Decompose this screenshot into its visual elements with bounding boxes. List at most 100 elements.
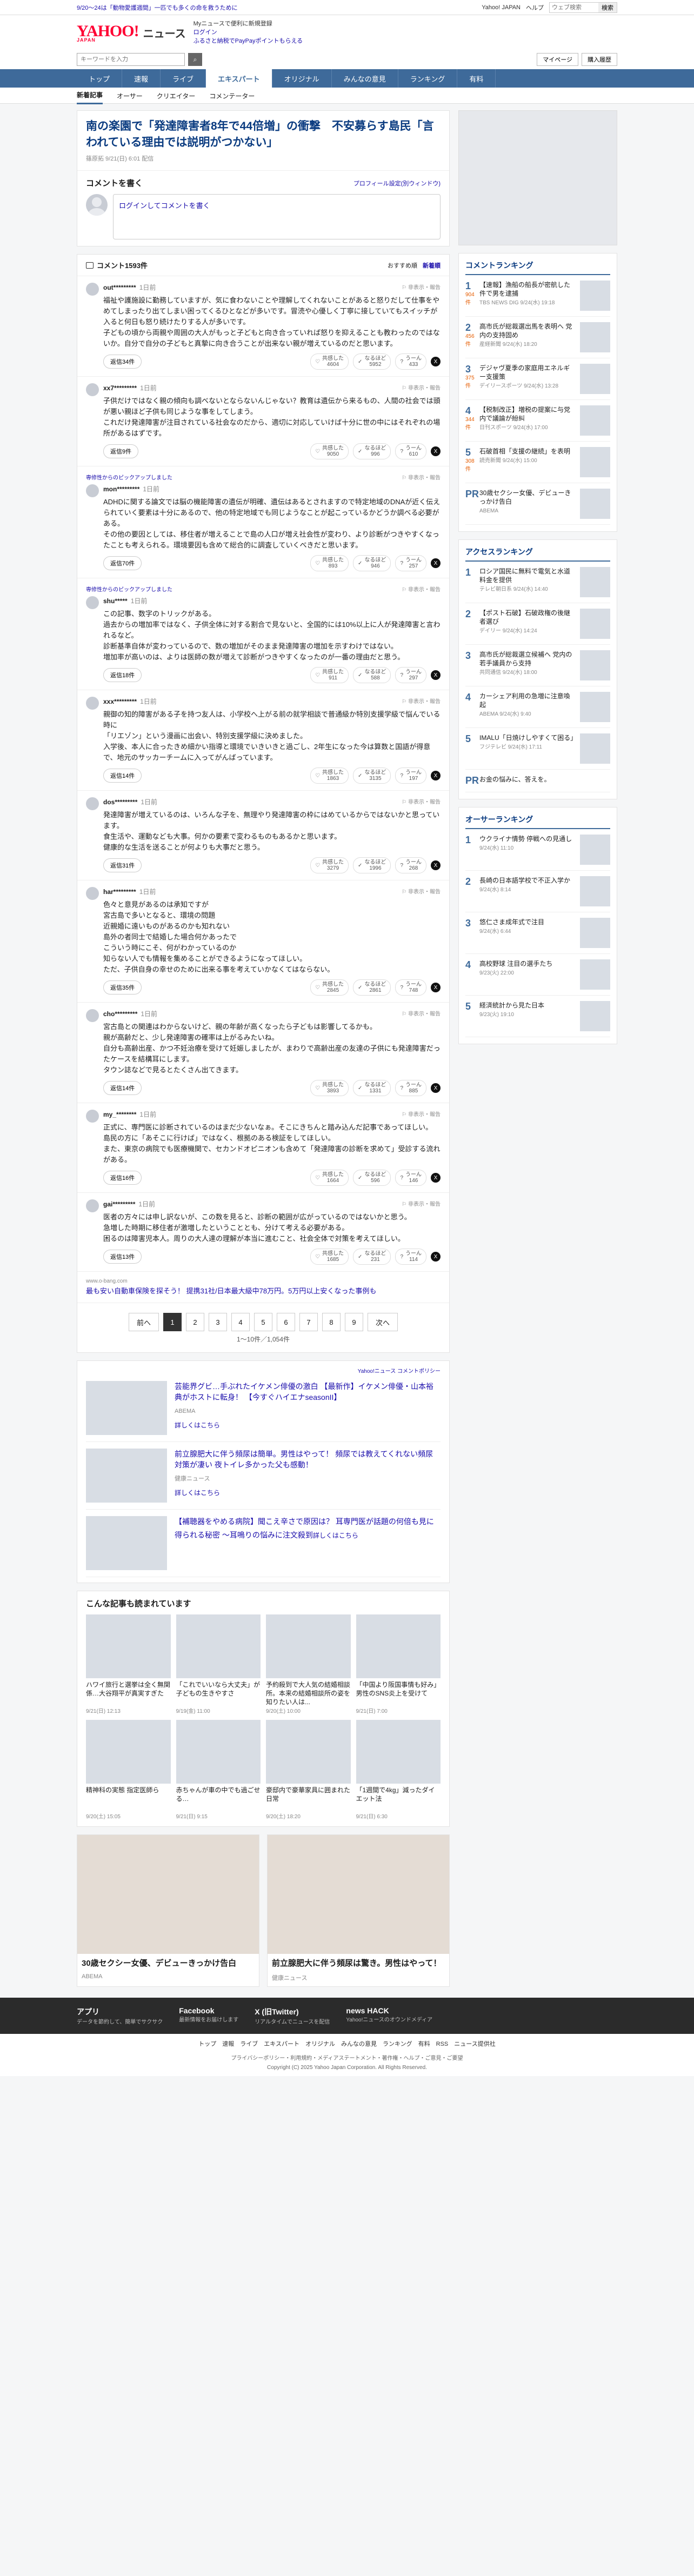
ad-item[interactable]: 芸能界グビ…手ぶれたイケメン俳優の激白 【最新作】イケメン俳優・山本裕典がホスト… xyxy=(86,1374,441,1442)
nav-tab[interactable]: ライブ xyxy=(161,69,206,88)
report-link[interactable]: ⚐ 非表示・報告 xyxy=(402,473,441,481)
footer-item[interactable]: news HACK Yahoo!ニュースのオウンドメディア xyxy=(346,2006,432,2025)
vote-button[interactable]: ♡ 共感した 2845 xyxy=(310,979,349,996)
pr-small-item[interactable]: PR お金の悩みに、答えを。 xyxy=(465,770,610,792)
ranking-item[interactable]: 2 456件 高市氏が総裁選出馬を表明へ 党内の支持固め 産経新聞 9/24(水) 1… xyxy=(465,317,610,358)
vote-button[interactable]: ? うーん 433 xyxy=(395,353,426,370)
user-name[interactable]: my_******** 1日前 xyxy=(103,1110,441,1119)
ranking-item[interactable]: 4 高校野球 注目の選手たち 9/23(火) 22:00 xyxy=(465,954,610,996)
ranking-item[interactable]: 2 【ポスト石破】石破政権の後継者選び デイリー 9/24(水) 14:24 xyxy=(465,603,610,645)
ranking-item[interactable]: 5 経済統計から見た日本 9/23(火) 19:10 xyxy=(465,996,610,1037)
report-link[interactable]: ⚐ 非表示・報告 xyxy=(402,797,441,805)
big-ad-title[interactable]: 30歳セクシー女優、デビューきっかけ告白 xyxy=(77,1954,259,1973)
reply-button[interactable]: 返信16件 xyxy=(103,1171,142,1185)
share-x-icon[interactable]: X xyxy=(431,1173,441,1183)
vote-button[interactable]: ♡ 共感した 911 xyxy=(310,667,349,683)
promo-register-text[interactable]: Myニュースで便利に新規登録 xyxy=(193,19,303,28)
article-title[interactable]: 南の楽園で「発達障害者8年で44倍増」の衝撃 不安募らす島民「言われている理由で… xyxy=(86,118,441,151)
yahoo-japan-link[interactable]: Yahoo! JAPAN xyxy=(482,4,520,11)
report-link[interactable]: ⚐ 非表示・報告 xyxy=(402,283,441,291)
also-item[interactable]: 予約殺到で大人気の結婚相談所。本来の結婚相談所の姿を知りたい人は... 9/20(… xyxy=(266,1614,351,1714)
vote-button[interactable]: ✓ なるほど 2861 xyxy=(353,979,391,996)
also-title[interactable]: 精神科の実態 指定医師ら xyxy=(86,1786,171,1812)
report-link[interactable]: ⚐ 非表示・報告 xyxy=(402,383,441,391)
also-item[interactable]: 「1週間で4kg」減ったダイエット法 9/21(日) 6:30 xyxy=(356,1720,441,1820)
share-x-icon[interactable]: X xyxy=(431,771,441,780)
rank-title[interactable]: 高校野球 注目の選手たち xyxy=(479,960,552,967)
pager-next[interactable]: 次へ xyxy=(368,1313,398,1331)
vote-button[interactable]: ♡ 共感した 9050 xyxy=(310,443,349,459)
ranking-item[interactable]: 3 高市氏が総裁選立候補へ 党内の若手議員から支持 共同通信 9/24(水) 18:… xyxy=(465,645,610,686)
reply-button[interactable]: 返信14件 xyxy=(103,1081,142,1095)
also-item[interactable]: 豪邸内で豪華家具に囲まれた日常 9/20(土) 18:20 xyxy=(266,1720,351,1820)
also-title[interactable]: 「1週間で4kg」減ったダイエット法 xyxy=(356,1786,441,1812)
vote-button[interactable]: ✓ なるほど 946 xyxy=(353,555,391,571)
vote-button[interactable]: ✓ なるほど 596 xyxy=(353,1170,391,1186)
mypage-button[interactable]: マイページ xyxy=(537,53,578,66)
also-title[interactable]: 「これでいいなら大丈夫」が子どもの生きやすさ xyxy=(176,1680,261,1706)
pager-page[interactable]: 9 xyxy=(345,1313,363,1331)
rank-title[interactable]: 石破首相「支援の継続」を表明 xyxy=(479,448,570,455)
pager-page[interactable]: 7 xyxy=(299,1313,318,1331)
big-ad[interactable]: 前立腺肥大に伴う頻尿は驚き。男性はやって！ 健康ニュース xyxy=(267,1834,450,1987)
promo-furusato-link[interactable]: ふるさと納税でPayPayポイントもらえる xyxy=(193,37,303,45)
rank-title[interactable]: デジャヴ夏季の家庭用エネルギー支援策 xyxy=(479,364,570,381)
user-name[interactable]: xxx********* 1日前 xyxy=(103,697,441,706)
sort-recommended[interactable]: おすすめ順 xyxy=(388,261,417,270)
user-name-text[interactable]: dos********* xyxy=(103,798,137,806)
vote-button[interactable]: ♡ 共感した 893 xyxy=(310,555,349,571)
reply-button[interactable]: 返信9件 xyxy=(103,444,139,458)
pager-prev[interactable]: 前へ xyxy=(129,1313,159,1331)
top-notice-link[interactable]: 9/20～24は「動物愛護週間」一匹でも多くの命を救うために xyxy=(77,3,482,12)
share-x-icon[interactable]: X xyxy=(431,357,441,366)
user-name[interactable]: shu***** 1日前 xyxy=(103,596,441,605)
vote-button[interactable]: ♡ 共感した 1664 xyxy=(310,1170,349,1186)
sort-newest[interactable]: 新着順 xyxy=(423,261,441,270)
user-name[interactable]: gai********* 1日前 xyxy=(103,1199,441,1209)
ranking-item[interactable]: 1 ウクライナ情勢 停戦への見通し 9/24(水) 11:10 xyxy=(465,829,610,871)
user-name-text[interactable]: har********* xyxy=(103,888,136,896)
nav-tab[interactable]: ランキング xyxy=(398,69,458,88)
rank-title[interactable]: 悠仁さま成年式で注目 xyxy=(479,918,544,926)
user-name-text[interactable]: mon********* xyxy=(103,485,139,493)
subnav-item[interactable]: クリエイター xyxy=(157,91,196,101)
ranking-item[interactable]: 5 IMALU「日焼けしやすくて困る」 フジテレビ 9/24(水) 17:11 xyxy=(465,728,610,770)
share-x-icon[interactable]: X xyxy=(431,1252,441,1262)
ad-item[interactable]: 【補聴器をやめる病院】聞こえ辛さで原因は？ 耳専門医が話題の何倍も見に得られる秘… xyxy=(86,1510,441,1577)
user-name-text[interactable]: xx7********* xyxy=(103,384,137,392)
also-item[interactable]: 「これでいいなら大丈夫」が子どもの生きやすさ 9/19(金) 11:00 xyxy=(176,1614,261,1714)
rank-title[interactable]: 【税制改正】増税の提案に与党内で議論が紛糾 xyxy=(479,406,570,422)
also-title[interactable]: 赤ちゃんが車の中でも過ごせる… xyxy=(176,1786,261,1812)
rank-title[interactable]: カーシェア利用の急増に注意喚起 xyxy=(479,692,570,709)
rank-title[interactable]: 【速報】漁船の船長が密航した件で男を逮捕 xyxy=(479,281,570,297)
web-search-input[interactable] xyxy=(550,3,598,12)
vote-button[interactable]: ? うーん 268 xyxy=(395,857,426,873)
nav-tab[interactable]: みんなの意見 xyxy=(332,69,398,88)
nav-tab[interactable]: エキスパート xyxy=(206,69,272,88)
user-name[interactable]: dos********* 1日前 xyxy=(103,797,441,806)
user-name-text[interactable]: cho********* xyxy=(103,1010,137,1018)
rank-title[interactable]: 経済統計から見た日本 xyxy=(479,1002,544,1009)
inline-ad[interactable]: www.o-bang.com 最も安い自動車保険を探そう！ 提携31社/日本最大… xyxy=(77,1272,449,1303)
pager-page[interactable]: 3 xyxy=(209,1313,227,1331)
ad-text[interactable]: 最も安い自動車保険を探そう！ 提携31社/日本最大級中78万円。5万円以上安くな… xyxy=(86,1286,441,1296)
vote-button[interactable]: ♡ 共感した 3893 xyxy=(310,1080,349,1096)
vote-button[interactable]: ? うーん 197 xyxy=(395,768,426,784)
also-title[interactable]: ハワイ旅行と選挙は全く無関係…大谷翔平が真実すぎた xyxy=(86,1680,171,1706)
ranking-item[interactable]: 3 悠仁さま成年式で注目 9/24(水) 6:44 xyxy=(465,912,610,954)
share-x-icon[interactable]: X xyxy=(431,446,441,456)
comment-policy-link[interactable]: Yahoo!ニュース コメントポリシー xyxy=(86,1366,441,1374)
login-link[interactable]: ログイン xyxy=(193,28,303,37)
rank-title[interactable]: IMALU「日焼けしやすくて困る」 xyxy=(479,734,577,742)
reply-button[interactable]: 返信35件 xyxy=(103,980,142,995)
vote-button[interactable]: ? うーん 297 xyxy=(395,667,426,683)
report-link[interactable]: ⚐ 非表示・報告 xyxy=(402,1009,441,1017)
user-name-text[interactable]: gai********* xyxy=(103,1200,135,1208)
ad-more-link[interactable]: 詳しくはこちら xyxy=(175,1420,220,1431)
vote-button[interactable]: ✓ なるほど 1331 xyxy=(353,1080,391,1096)
share-x-icon[interactable]: X xyxy=(431,1083,441,1093)
also-title[interactable]: 予約殺到で大人気の結婚相談所。本来の結婚相談所の姿を知りたい人は... xyxy=(266,1680,351,1706)
vote-button[interactable]: ✓ なるほど 3135 xyxy=(353,768,391,784)
subnav-item[interactable]: 新着記事 xyxy=(77,87,103,104)
footer-nav[interactable]: トップ 速報 ライブ エキスパート オリジナル みんなの意見 ランキング 有料 … xyxy=(0,2034,694,2053)
